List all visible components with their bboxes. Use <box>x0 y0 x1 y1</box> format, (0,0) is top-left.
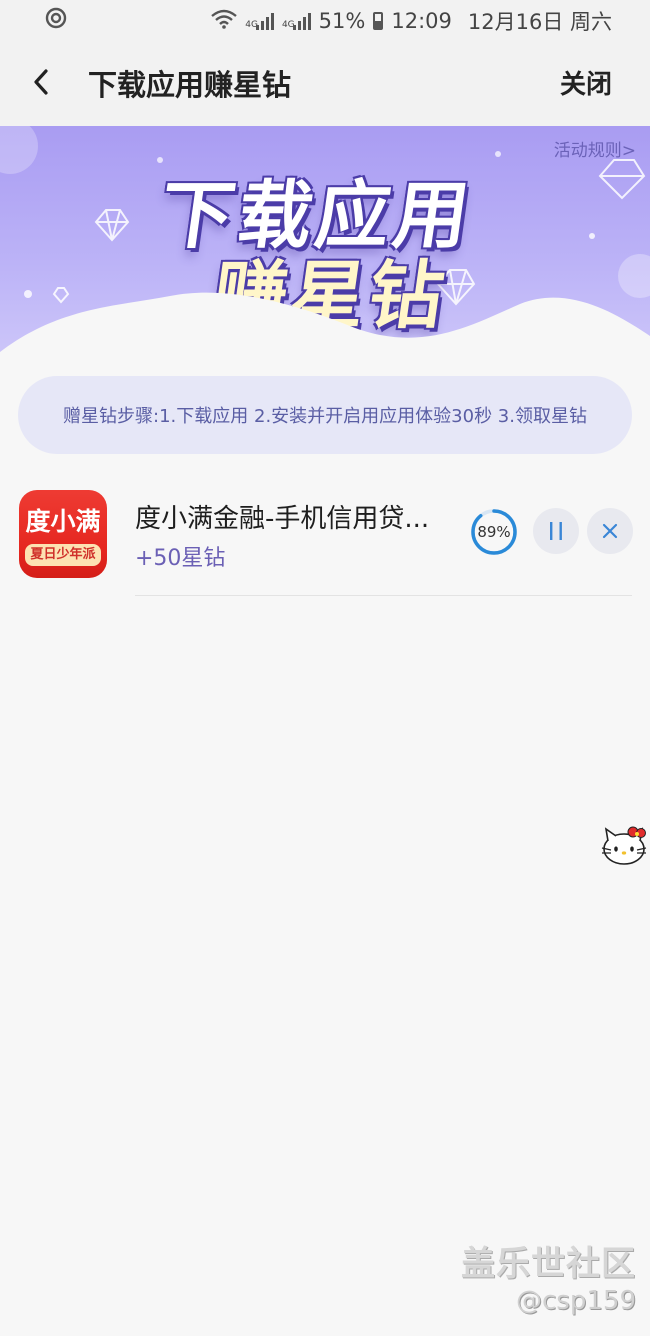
floating-kitty-icon[interactable] <box>600 823 648 867</box>
steps-info: 赠星钻步骤:1.下载应用 2.安装并开启用应用体验30秒 3.领取星钻 <box>18 376 632 454</box>
date: 12月16日 周六 <box>467 10 612 34</box>
progress-percent: 89% <box>477 523 511 541</box>
status-bar: 4G 4G 51% 12:09 12月16日 周六 <box>0 0 650 40</box>
wifi-icon <box>211 9 238 34</box>
cancel-download-button[interactable] <box>587 508 633 554</box>
pause-icon <box>550 522 562 540</box>
battery-icon <box>373 12 384 30</box>
battery-percent: 51% <box>318 9 366 33</box>
signal-icon-2: 4G <box>282 12 311 30</box>
signal-icon-1: 4G <box>245 12 274 30</box>
app-notification-icon <box>44 6 68 35</box>
app-name: 度小满金融-手机信用贷... <box>135 504 430 534</box>
clock: 12:09 <box>391 9 452 33</box>
list-item[interactable]: 度小满 夏日少年派 度小满金融-手机信用贷... +50星钻 89% <box>0 476 650 596</box>
back-button[interactable] <box>24 62 64 102</box>
watermark-brand: 盖乐世社区 <box>461 1244 636 1284</box>
download-progress: 89% <box>470 508 518 556</box>
page-title: 下载应用赚星钻 <box>88 68 292 102</box>
close-icon <box>602 523 618 539</box>
pause-button[interactable] <box>533 508 579 554</box>
steps-text: 赠星钻步骤:1.下载应用 2.安装并开启用应用体验30秒 3.领取星钻 <box>63 406 587 427</box>
promo-banner: 活动规则> 下载应用 赚星钻 <box>0 126 650 376</box>
app-icon[interactable]: 度小满 夏日少年派 <box>19 490 107 578</box>
title-bar: 下载应用赚星钻 关闭 <box>0 40 650 126</box>
app-icon-text: 度小满 <box>25 507 101 536</box>
divider <box>135 595 632 596</box>
banner-wave <box>0 292 650 376</box>
close-button[interactable]: 关闭 <box>560 64 612 101</box>
app-icon-tag: 夏日少年派 <box>25 544 101 566</box>
chevron-left-icon <box>34 69 48 95</box>
reward-label: +50星钻 <box>135 546 226 571</box>
watermark-user: @csp159 <box>516 1286 636 1316</box>
